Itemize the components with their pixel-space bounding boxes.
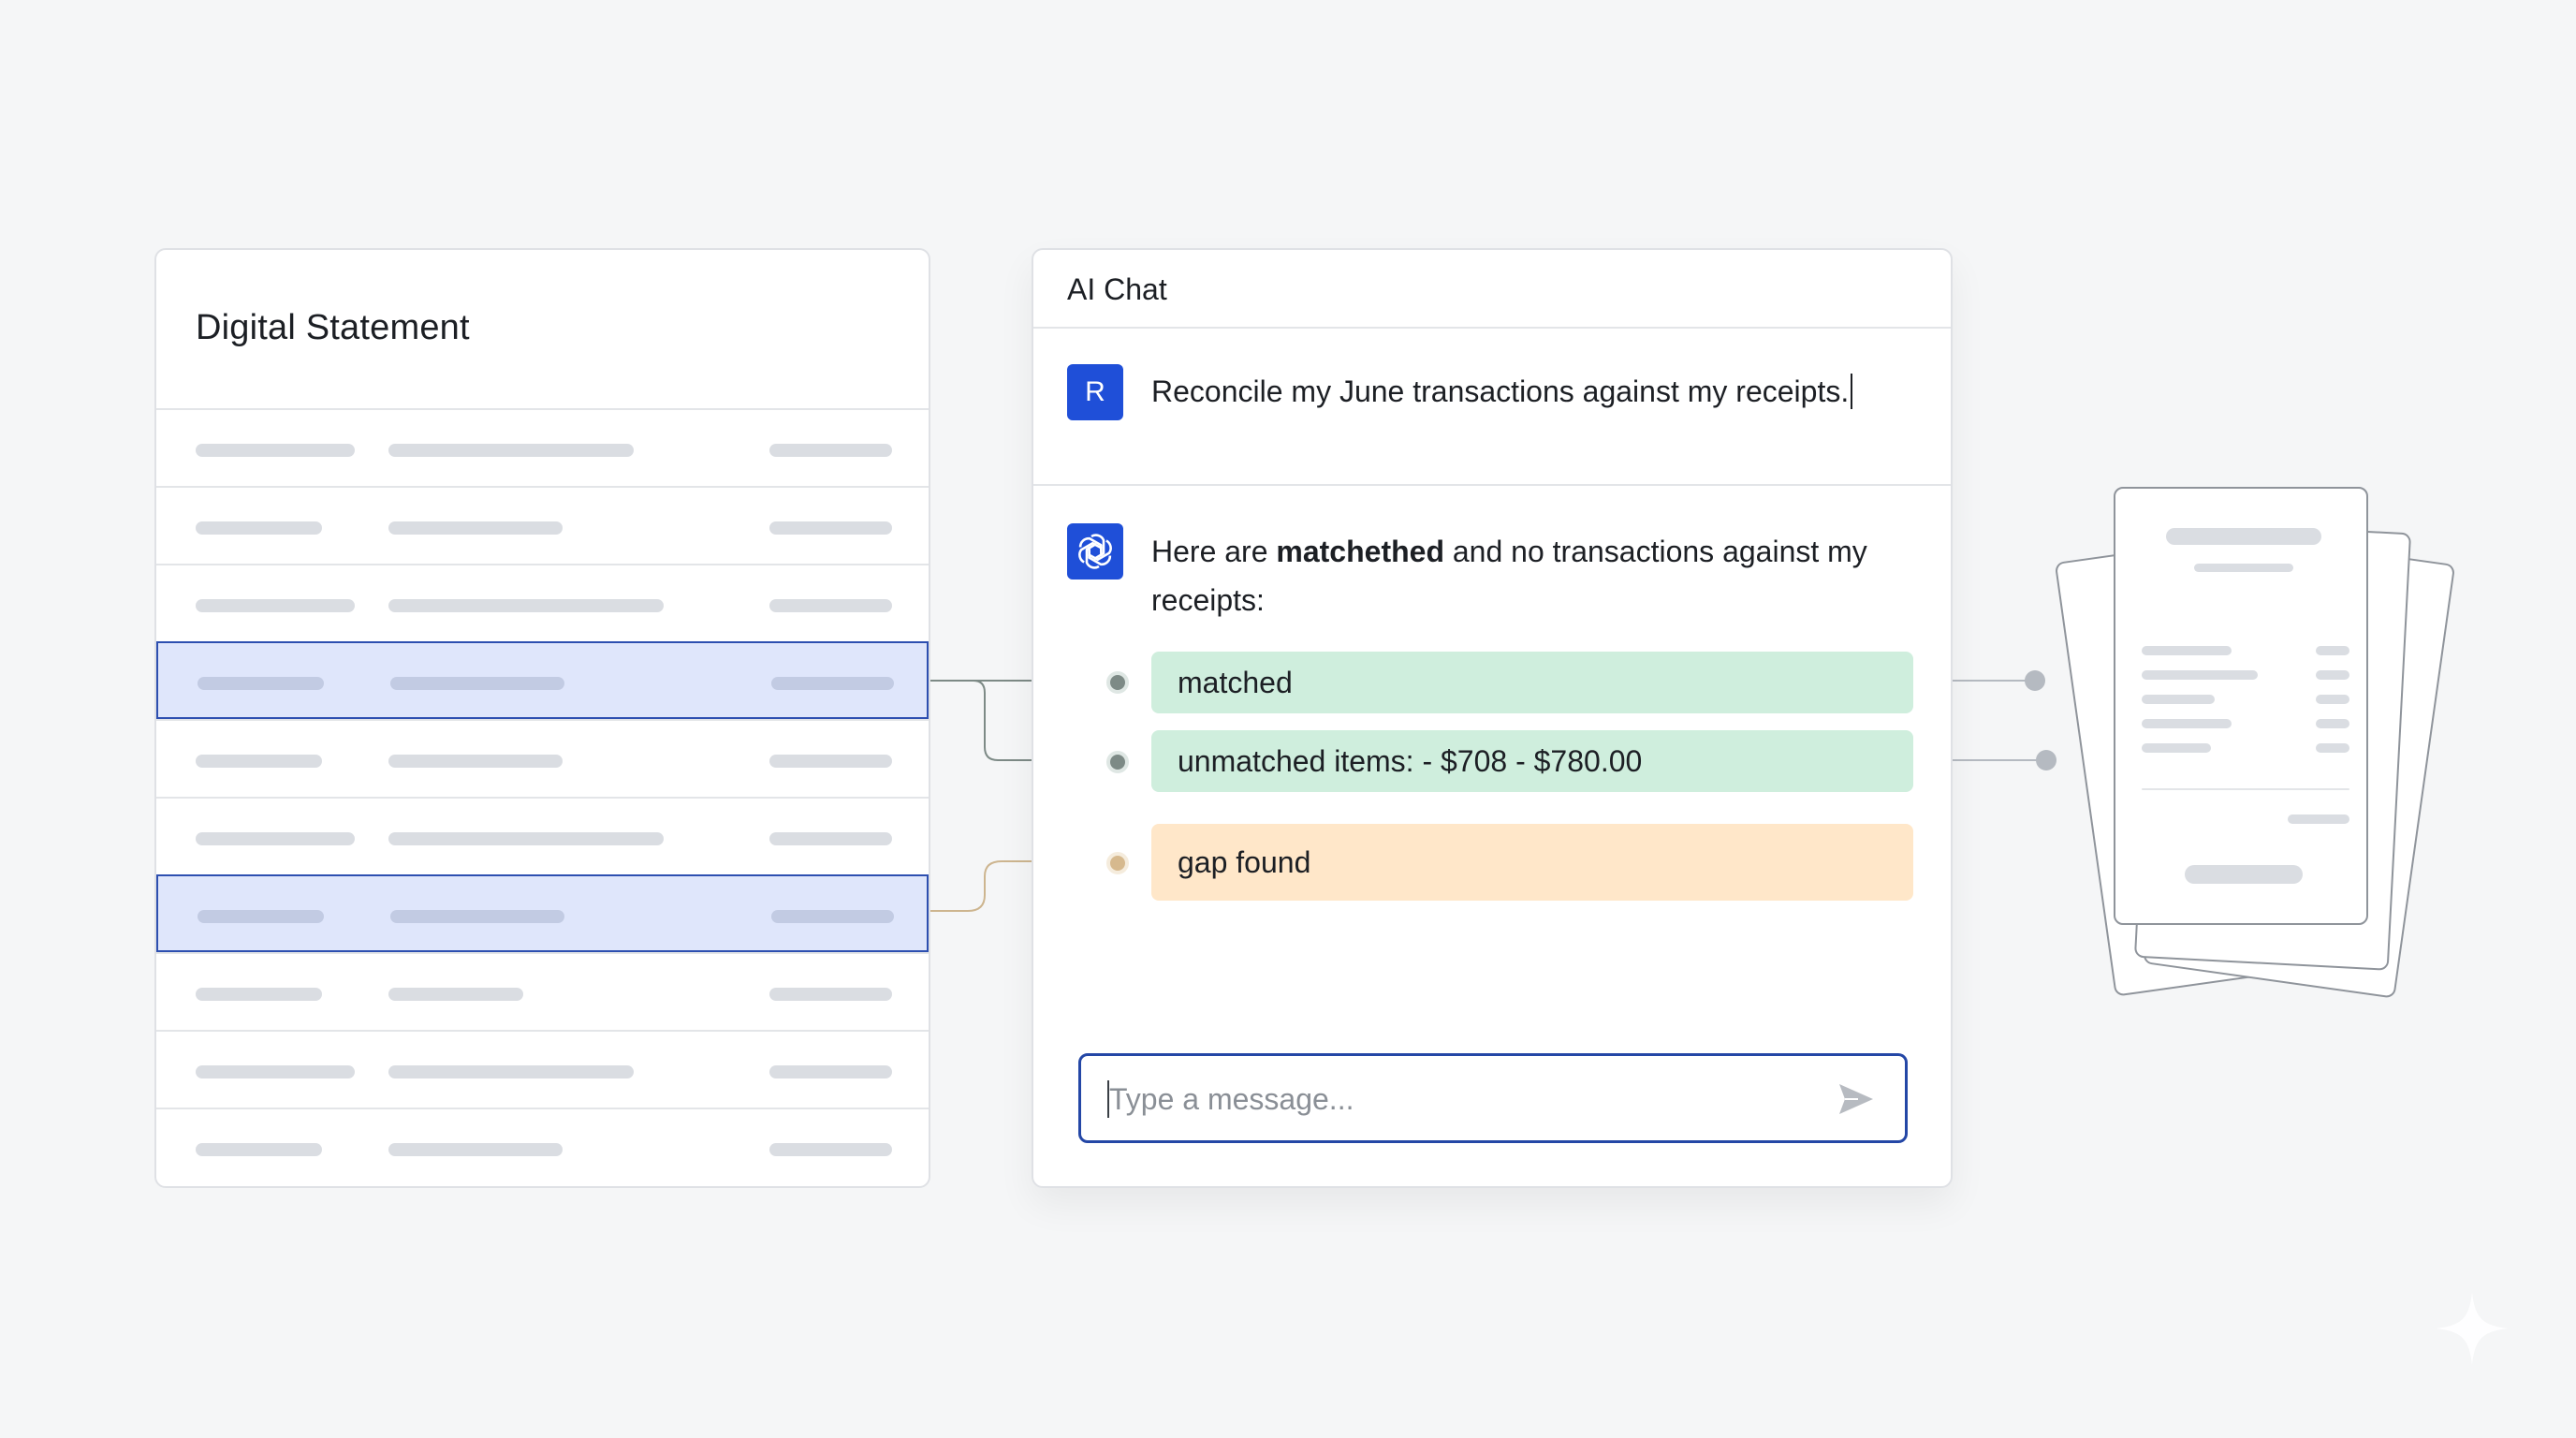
chat-header: AI Chat [1033,250,1951,329]
user-message-content: Reconcile my June transactions against m… [1151,374,1850,408]
statement-rows [156,408,929,1185]
assistant-message-text: Here are matchethed and no transactions … [1151,527,1919,624]
row-date-placeholder [196,1143,322,1156]
row-date-placeholder [196,1065,355,1078]
assistant-text-bold: matchethed [1276,535,1444,568]
table-row[interactable] [156,486,929,564]
row-description-placeholder [388,988,523,1001]
table-row[interactable] [156,797,929,874]
row-date-placeholder [196,988,322,1001]
user-message: R Reconcile my June transactions against… [1033,329,1951,486]
row-description-placeholder [388,1143,563,1156]
openai-logo-icon [1067,523,1123,580]
row-description-placeholder [390,910,564,923]
row-description-placeholder [388,1065,634,1078]
row-amount-placeholder [769,444,892,457]
row-amount-placeholder [769,1143,892,1156]
receipt-footer-placeholder [2185,865,2303,884]
table-row-highlighted[interactable] [156,874,929,952]
row-amount-placeholder [769,988,892,1001]
receipt-subheader-placeholder [2194,564,2293,572]
message-input[interactable] [1107,1056,1841,1142]
row-amount-placeholder [771,677,894,690]
receipt-price-placeholder [2316,719,2349,728]
receipt-line-placeholder [2142,743,2211,753]
row-amount-placeholder [769,521,892,535]
chat-title: AI Chat [1067,272,1167,306]
table-row[interactable] [156,408,929,486]
sparkle-icon [2436,1292,2509,1365]
receipt-line-placeholder [2142,646,2232,655]
row-date-placeholder [196,521,322,535]
table-row[interactable] [156,564,929,641]
row-amount-placeholder [771,910,894,923]
row-date-placeholder [196,755,322,768]
receipt-line-placeholder [2142,719,2232,728]
receipt-price-placeholder [2316,695,2349,704]
row-description-placeholder [388,521,563,535]
receipt-price-placeholder [2316,743,2349,753]
text-caret [1851,374,1853,409]
receipt-header-placeholder [2166,528,2321,545]
digital-statement-panel: Digital Statement [154,248,930,1188]
receipt-line-placeholder [2142,695,2215,704]
ai-chat-panel: AI Chat R Reconcile my June transactions… [1032,248,1953,1188]
send-icon[interactable] [1836,1080,1877,1118]
table-row-highlighted[interactable] [156,641,929,719]
receipt-line-placeholder [2142,670,2258,680]
input-caret [1107,1080,1109,1118]
gap-status-dot [1106,852,1129,874]
message-input-box[interactable] [1078,1053,1908,1143]
row-description-placeholder [390,677,564,690]
row-amount-placeholder [769,1065,892,1078]
row-description-placeholder [388,599,664,612]
row-description-placeholder [388,832,664,845]
row-date-placeholder [196,832,355,845]
receipt-dot-1 [2025,670,2045,691]
row-description-placeholder [388,755,563,768]
reconciliation-illustration: Digital Statement AI Chat R Reconcile my… [0,0,2576,1438]
row-date-placeholder [198,677,324,690]
receipt-front [2114,487,2368,925]
result-matched[interactable]: matched [1151,652,1913,713]
table-row[interactable] [156,1030,929,1108]
receipt-dot-2 [2036,750,2056,770]
unmatched-status-dot [1106,751,1129,773]
table-row[interactable] [156,719,929,797]
assistant-text-part: Here are [1151,535,1277,568]
row-date-placeholder [196,599,355,612]
result-gap-found[interactable]: gap found [1151,824,1913,901]
receipt-price-placeholder [2316,646,2349,655]
table-row[interactable] [156,1108,929,1185]
row-amount-placeholder [769,832,892,845]
user-avatar: R [1067,364,1123,420]
statement-title: Digital Statement [196,308,470,347]
receipt-divider [2142,788,2349,790]
row-amount-placeholder [769,599,892,612]
row-date-placeholder [198,910,324,923]
row-date-placeholder [196,444,355,457]
user-message-text: Reconcile my June transactions against m… [1151,374,1853,409]
receipt-price-placeholder [2316,670,2349,680]
row-description-placeholder [388,444,634,457]
receipt-total-placeholder [2288,814,2349,824]
row-amount-placeholder [769,755,892,768]
matched-status-dot [1106,671,1129,694]
table-row[interactable] [156,952,929,1030]
result-unmatched-items[interactable]: unmatched items: - $708 - $780.00 [1151,730,1913,792]
